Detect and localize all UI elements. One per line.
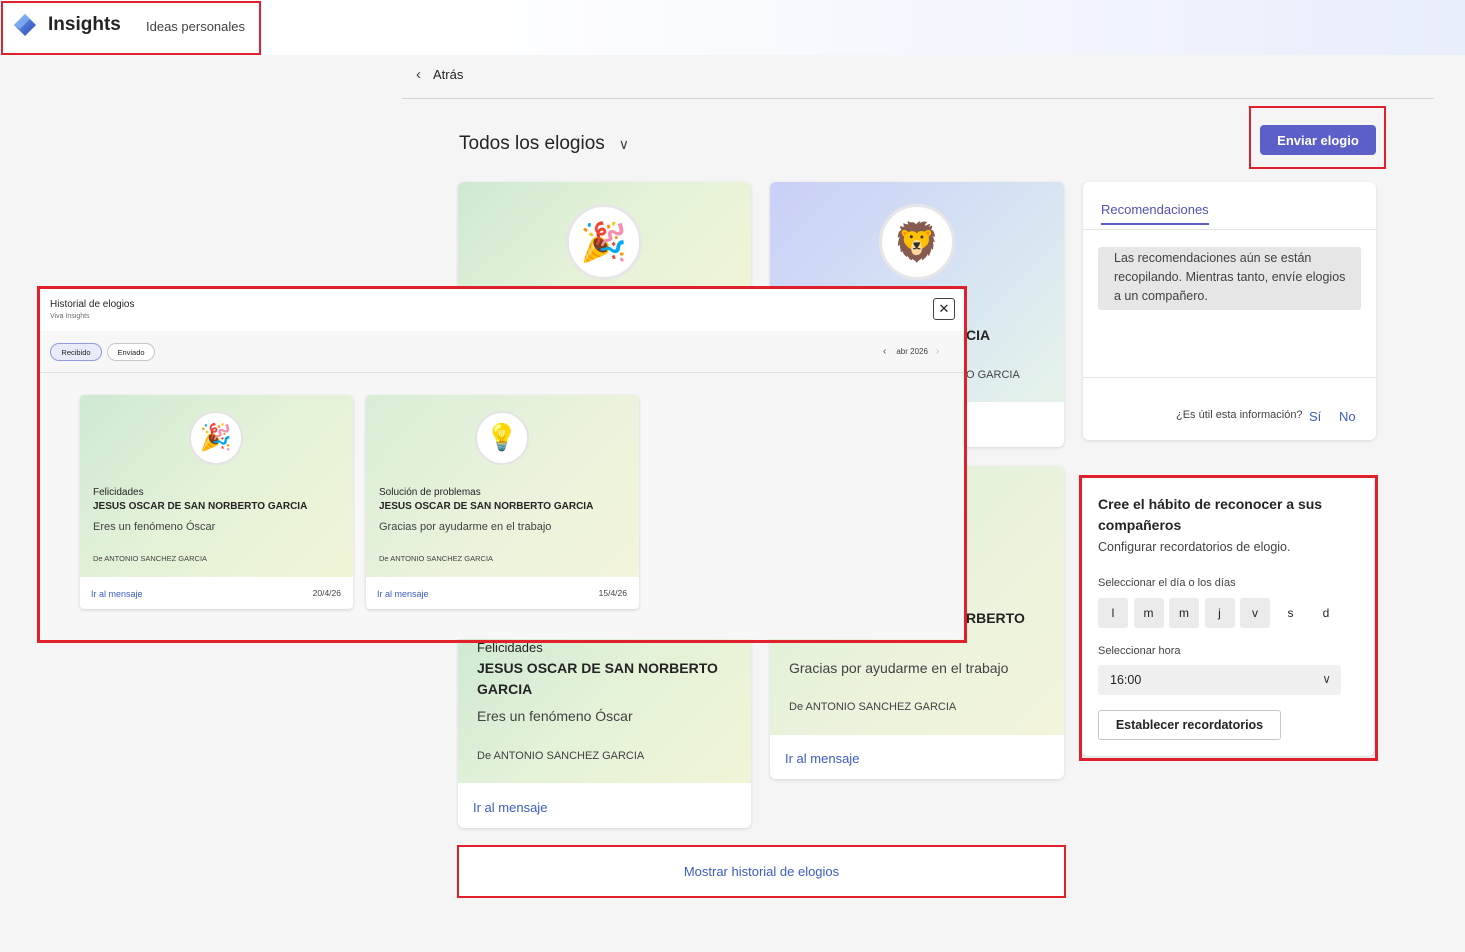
reminder-title: Cree el hábito de reconocer a sus compañ… bbox=[1098, 496, 1323, 533]
section-title: Ideas personales bbox=[146, 19, 246, 34]
chevron-left-icon: ‹ bbox=[416, 66, 421, 83]
history-card-2: 💡 Solución de problemas JESUS OSCAR DE S… bbox=[366, 395, 639, 609]
send-praise-button[interactable]: Enviar elogio bbox=[1260, 125, 1376, 155]
tab-received[interactable]: Recibido bbox=[50, 343, 102, 361]
page-title: Todos los elogios bbox=[459, 133, 605, 154]
close-icon: ✕ bbox=[938, 301, 950, 316]
show-praise-history-link[interactable]: Mostrar historial de elogios bbox=[459, 847, 1064, 896]
recommendations-message: Las recomendaciones aún se están recopil… bbox=[1098, 247, 1361, 310]
praise-card-1: Felicidades JESUS OSCAR DE SAN NORBERTO … bbox=[458, 620, 751, 828]
time-select[interactable]: 16:00 ∨ bbox=[1098, 665, 1341, 695]
dialog-header: Historial de elogios Viva Insights ✕ bbox=[40, 289, 965, 331]
reminder-subtitle: Configurar recordatorios de elogio. bbox=[1098, 540, 1291, 554]
divider bbox=[402, 98, 1434, 99]
card-message: Gracias por ayudarme en el trabajo bbox=[789, 660, 1009, 676]
lion-icon: 🦁 bbox=[879, 204, 955, 280]
day-toggle-saturday[interactable]: s bbox=[1276, 598, 1306, 628]
card-recipient-partial: RBERTO bbox=[966, 610, 1025, 626]
card-date: 15/4/26 bbox=[598, 588, 627, 598]
day-selector: l m m j v s d bbox=[1098, 598, 1347, 628]
praise-card-1-top: 🎉 bbox=[458, 182, 751, 302]
card-category: Felicidades bbox=[93, 487, 144, 498]
card-from: De ANTONIO SANCHEZ GARCIA bbox=[477, 750, 645, 762]
tab-recommendations[interactable]: Recomendaciones bbox=[1101, 202, 1209, 225]
go-to-message-link[interactable]: Ir al mensaje bbox=[91, 589, 143, 599]
insights-logo-icon bbox=[14, 14, 36, 36]
go-to-message-link[interactable]: Ir al mensaje bbox=[377, 589, 429, 599]
card-recipient: JESUS OSCAR DE SAN NORBERTO GARCIA bbox=[379, 501, 594, 512]
go-to-message-link[interactable]: Ir al mensaje bbox=[473, 800, 547, 815]
back-label: Atrás bbox=[433, 67, 464, 82]
from-partial: O GARCIA bbox=[966, 369, 1020, 381]
go-to-message-link[interactable]: Ir al mensaje bbox=[785, 751, 859, 766]
feedback-yes-button[interactable]: Sí bbox=[1309, 409, 1321, 424]
month-navigator: ‹ abr 2026 › bbox=[883, 346, 939, 357]
dialog-subtitle: Viva Insights bbox=[50, 313, 90, 320]
lightbulb-icon: 💡 bbox=[475, 411, 529, 465]
divider bbox=[1083, 377, 1376, 378]
day-toggle-thursday[interactable]: j bbox=[1204, 598, 1235, 628]
party-popper-icon: 🎉 bbox=[189, 411, 243, 465]
chevron-right-icon[interactable]: › bbox=[936, 346, 939, 357]
month-label: abr 2026 bbox=[896, 347, 928, 356]
card-category: Felicidades bbox=[477, 640, 543, 655]
time-value: 16:00 bbox=[1110, 673, 1142, 687]
app-brand[interactable]: Insights bbox=[12, 12, 121, 38]
reminder-card: Cree el hábito de reconocer a sus compañ… bbox=[1082, 478, 1374, 756]
day-toggle-monday[interactable]: l bbox=[1098, 598, 1128, 628]
feedback-no-button[interactable]: No bbox=[1339, 409, 1356, 424]
feedback-question: ¿Es útil esta información? bbox=[1176, 409, 1303, 421]
praise-filter-dropdown[interactable]: Todos los elogios ∨ bbox=[459, 133, 629, 155]
card-message: Gracias por ayudarme en el trabajo bbox=[379, 521, 552, 533]
card-from: De ANTONIO SANCHEZ GARCIA bbox=[379, 554, 494, 563]
card-message: Eres un fenómeno Óscar bbox=[93, 521, 216, 533]
chevron-left-icon[interactable]: ‹ bbox=[883, 346, 886, 357]
divider bbox=[1083, 229, 1376, 230]
day-toggle-tuesday[interactable]: m bbox=[1133, 598, 1164, 628]
app-title: Insights bbox=[48, 14, 121, 35]
top-bar: Insights Ideas personales bbox=[0, 0, 1465, 55]
history-card-1: 🎉 Felicidades JESUS OSCAR DE SAN NORBERT… bbox=[80, 395, 353, 609]
time-label: Seleccionar hora bbox=[1098, 645, 1181, 657]
tab-sent[interactable]: Enviado bbox=[107, 343, 155, 361]
card-category: Solución de problemas bbox=[379, 487, 481, 498]
card-recipient: JESUS OSCAR DE SAN NORBERTO GARCIA bbox=[477, 660, 718, 697]
chevron-down-icon: ∨ bbox=[1322, 672, 1331, 686]
day-toggle-friday[interactable]: v bbox=[1240, 598, 1270, 628]
card-message: Eres un fenómeno Óscar bbox=[477, 708, 633, 724]
praise-history-dialog: Historial de elogios Viva Insights ✕ Rec… bbox=[40, 289, 965, 639]
day-toggle-wednesday[interactable]: m bbox=[1169, 598, 1199, 628]
recipient-partial: CIA bbox=[966, 327, 991, 343]
days-label: Seleccionar el día o los días bbox=[1098, 577, 1236, 589]
party-popper-icon: 🎉 bbox=[566, 204, 642, 280]
close-button[interactable]: ✕ bbox=[933, 298, 955, 320]
day-toggle-sunday[interactable]: d bbox=[1311, 598, 1341, 628]
divider bbox=[40, 372, 965, 373]
card-date: 20/4/26 bbox=[312, 588, 341, 598]
set-reminders-button[interactable]: Establecer recordatorios bbox=[1098, 710, 1281, 740]
chevron-down-icon: ∨ bbox=[618, 135, 630, 152]
card-from: De ANTONIO SANCHEZ GARCIA bbox=[93, 554, 208, 563]
card-from: De ANTONIO SANCHEZ GARCIA bbox=[789, 701, 957, 713]
dialog-title: Historial de elogios bbox=[50, 299, 135, 310]
card-recipient: JESUS OSCAR DE SAN NORBERTO GARCIA bbox=[93, 501, 308, 512]
back-button[interactable]: ‹ Atrás bbox=[416, 66, 463, 83]
recommendations-card: Recomendaciones Las recomendaciones aún … bbox=[1083, 182, 1376, 440]
